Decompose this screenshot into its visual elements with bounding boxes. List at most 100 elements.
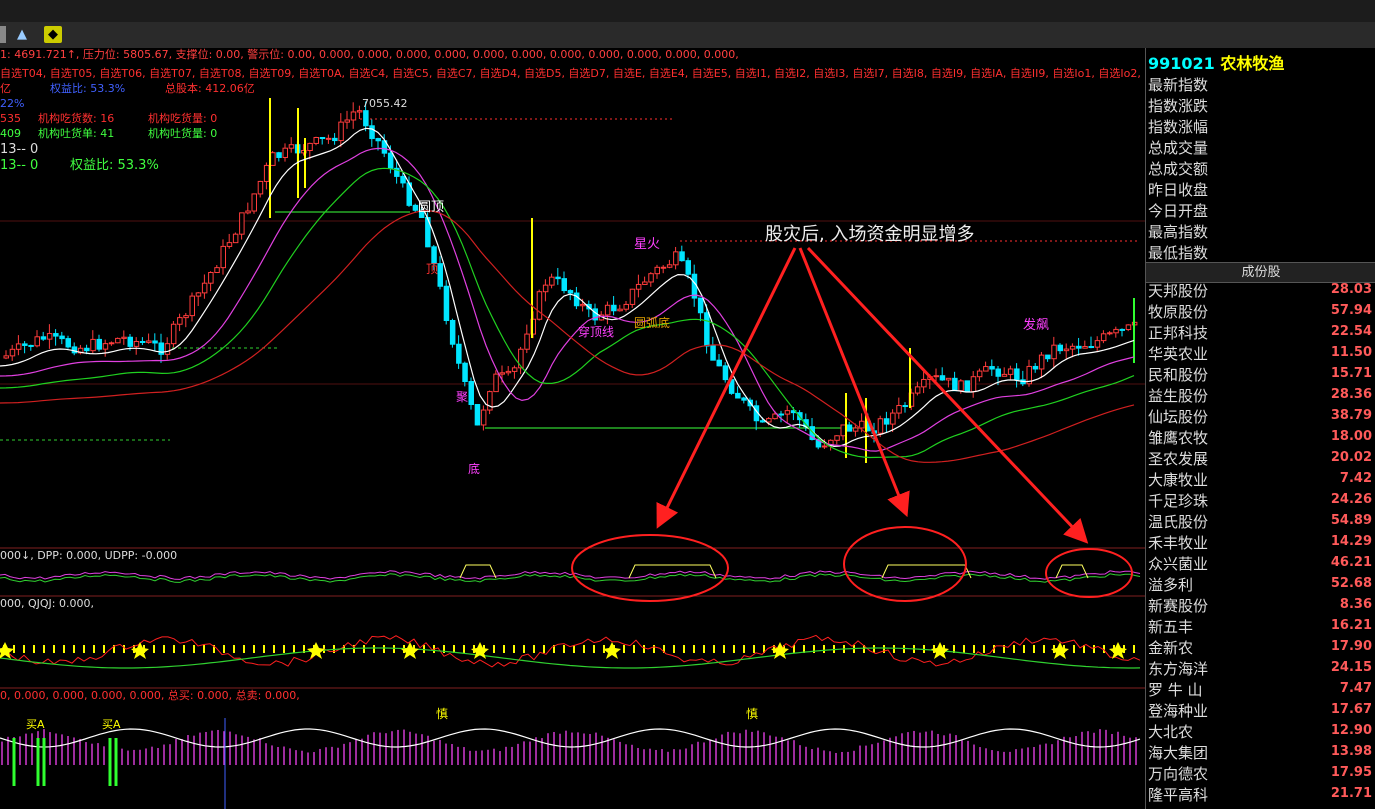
stock-price: 17.67: [1330, 702, 1372, 717]
stock-name: 隆平高科: [1148, 786, 1209, 804]
candle-body: [1057, 344, 1063, 352]
candle-body: [623, 303, 629, 310]
candle-body: [741, 397, 747, 401]
diamond-icon[interactable]: ◆: [44, 26, 62, 43]
candle-body: [350, 111, 357, 121]
stock-price: 21.71: [1330, 786, 1372, 801]
stock-row[interactable]: 隆平高科 21.71: [1146, 784, 1375, 805]
candle-body: [480, 409, 487, 426]
stock-price: 18.00: [1330, 429, 1372, 444]
candle-body: [685, 260, 691, 275]
stock-price: 52.68: [1330, 576, 1372, 591]
sub2-indicator-header: 000, QJQJ: 0.000,: [0, 597, 94, 610]
candle-body: [146, 340, 152, 343]
stock-name: 大康牧业: [1148, 471, 1209, 489]
ma-line-red: [0, 210, 1135, 463]
field-latest-index: 最新指数: [1148, 76, 1209, 94]
stock-price: 22.54: [1330, 324, 1372, 339]
stock-name: 温氏股份: [1148, 513, 1209, 531]
candle-body: [270, 152, 276, 166]
window-icon[interactable]: [0, 26, 6, 43]
di-label: 底: [468, 462, 481, 476]
candle-body: [400, 175, 406, 184]
stock-name: 新赛股份: [1148, 597, 1209, 615]
candle-body: [1076, 345, 1082, 349]
candle-body: [338, 121, 344, 142]
candle-body: [189, 295, 195, 317]
candle-body: [220, 245, 226, 269]
candle-body: [59, 335, 65, 340]
highlight-ellipse: [843, 526, 967, 602]
stock-row[interactable]: 牧原股份 57.94: [1146, 301, 1375, 322]
stock-row[interactable]: 雏鹰农牧 18.00: [1146, 427, 1375, 448]
stock-row[interactable]: 登海种业 17.67: [1146, 700, 1375, 721]
star-icon: [931, 642, 949, 659]
candle-body: [673, 251, 679, 266]
candle-body: [635, 283, 642, 290]
candle-body: [84, 347, 90, 352]
stock-name: 溢多利: [1148, 576, 1194, 594]
stock-name: 正邦科技: [1148, 324, 1209, 342]
shen-label-1: 慎: [436, 707, 449, 721]
stock-row[interactable]: 海大集团 13.98: [1146, 742, 1375, 763]
stock-row[interactable]: 万向德农 17.95: [1146, 763, 1375, 784]
candle-body: [164, 343, 171, 355]
stock-row[interactable]: 大北农 12.90: [1146, 721, 1375, 742]
candle-body: [313, 136, 319, 144]
stock-price: 17.95: [1330, 765, 1372, 780]
star-icon: [1051, 642, 1069, 659]
stock-row[interactable]: 天邦股份 28.03: [1146, 280, 1375, 301]
stock-row[interactable]: 东方海洋 24.15: [1146, 658, 1375, 679]
stock-row[interactable]: 正邦科技 22.54: [1146, 322, 1375, 343]
stock-row[interactable]: 新五丰 16.21: [1146, 616, 1375, 637]
field-index-change: 指数涨跌: [1148, 97, 1209, 115]
candle-body: [654, 266, 660, 275]
stock-price: 24.26: [1330, 492, 1372, 507]
candle-body: [65, 338, 71, 348]
stock-row[interactable]: 圣农发展 20.02: [1146, 448, 1375, 469]
candle-body: [970, 376, 977, 393]
stock-row[interactable]: 溢多利 52.68: [1146, 574, 1375, 595]
stock-row[interactable]: 民和股份 15.71: [1146, 364, 1375, 385]
stock-row[interactable]: 禾丰牧业 14.29: [1146, 532, 1375, 553]
field-high-index: 最高指数: [1148, 223, 1209, 241]
stock-row[interactable]: 新赛股份 8.36: [1146, 595, 1375, 616]
stock-row[interactable]: 罗 牛 山 7.47: [1146, 679, 1375, 700]
stock-row[interactable]: 众兴菌业 46.21: [1146, 553, 1375, 574]
stock-price: 7.42: [1339, 471, 1372, 486]
stock-row[interactable]: 温氏股份 54.89: [1146, 511, 1375, 532]
candle-body: [989, 366, 995, 370]
candle-body: [1119, 328, 1125, 331]
ju-label: 聚: [456, 390, 469, 404]
candle-body: [276, 152, 282, 158]
stock-name: 华英农业: [1148, 345, 1209, 363]
candle-body: [139, 340, 146, 343]
candle-body: [46, 333, 53, 340]
main-indicator-line6a: 409: [0, 127, 21, 140]
candle-body: [716, 359, 722, 367]
candle-body: [344, 119, 350, 123]
stock-row[interactable]: 仙坛股份 38.79: [1146, 406, 1375, 427]
stock-row[interactable]: 千足珍珠 24.26: [1146, 490, 1375, 511]
candle-body: [214, 267, 220, 274]
candle-body: [456, 343, 462, 364]
candle-body: [208, 272, 214, 284]
candle-body: [1094, 340, 1101, 348]
candle-body: [474, 404, 481, 426]
candle-body: [437, 263, 443, 287]
field-index-change-pct: 指数涨幅: [1148, 118, 1209, 136]
candle-body: [1088, 346, 1094, 349]
chart-icon[interactable]: ▲: [12, 26, 32, 43]
candle-body: [896, 405, 902, 414]
candle-body: [108, 342, 115, 345]
stock-row[interactable]: 益生股份 28.36: [1146, 385, 1375, 406]
candle-body: [660, 266, 667, 269]
stock-row[interactable]: 华英农业 11.50: [1146, 343, 1375, 364]
candle-body: [1107, 332, 1113, 335]
stock-name: 众兴菌业: [1148, 555, 1209, 573]
kline-chart-area[interactable]: 1: 4691.721↑, 压力位: 5805.67, 支撑位: 0.00, 警…: [0, 48, 1145, 809]
stock-row[interactable]: 大康牧业 7.42: [1146, 469, 1375, 490]
candle-body: [958, 380, 964, 392]
main-indicator-line3a: 亿: [0, 82, 11, 95]
stock-row[interactable]: 金新农 17.90: [1146, 637, 1375, 658]
